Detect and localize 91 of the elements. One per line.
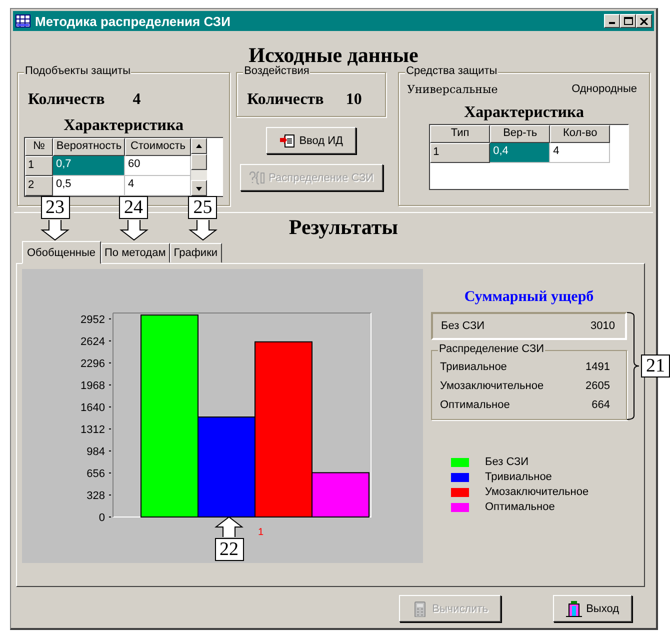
group-label: Подобъекты защиты: [24, 65, 132, 77]
minimize-icon: [609, 22, 615, 24]
tick-mark: [108, 428, 112, 430]
down-arrow-icon: [40, 219, 70, 241]
group-label: Распределение СЗИ: [438, 343, 546, 355]
axis-label: 656: [86, 468, 105, 480]
tick-mark: [108, 472, 112, 474]
row-number: 1: [430, 143, 490, 163]
method-value: 2605: [586, 380, 610, 392]
table-title: Характеристика: [62, 117, 184, 135]
tab[interactable]: Обобщенные: [22, 241, 100, 264]
table-cell[interactable]: 0,4: [490, 143, 550, 163]
count-label: Количеств: [28, 91, 105, 109]
tick-mark: [108, 340, 112, 342]
row-number: 2: [25, 176, 53, 196]
column-header: №: [25, 138, 53, 156]
calculator-icon: [412, 600, 428, 616]
close-button[interactable]: [636, 14, 652, 28]
tick-mark: [108, 406, 112, 408]
summary-title: Суммарный ущерб: [463, 289, 595, 306]
axis-label: 0: [98, 512, 105, 524]
count-label: Количеств: [247, 91, 324, 109]
callout-label: 24: [119, 196, 148, 219]
up-arrow-icon: [214, 516, 244, 538]
section-heading: Исходные данные: [248, 43, 418, 67]
action-button[interactable]: Ввод ИД: [266, 127, 356, 154]
legend-label: Без СЗИ: [485, 456, 529, 468]
count-value: 4: [132, 91, 141, 109]
group-label: Средства защиты: [405, 65, 498, 77]
axis-label: 328: [86, 490, 105, 502]
tick-mark: [108, 494, 112, 496]
option-label: Универсальные: [407, 83, 498, 96]
section-heading: Результаты: [288, 215, 398, 240]
column-header: Вероятность: [53, 138, 125, 156]
callout-label: 21: [641, 354, 670, 378]
table-cell[interactable]: 60: [125, 156, 191, 176]
method-label: Тривиальное: [440, 361, 507, 373]
axis-label: 1640: [80, 402, 105, 414]
grid-icon: [15, 13, 31, 29]
row-number: 1: [25, 156, 53, 176]
window-title: Методика распределения СЗИ: [35, 14, 232, 28]
callout-label: 25: [188, 196, 218, 219]
scrollbar[interactable]: [191, 138, 207, 196]
count-value: 10: [346, 91, 362, 109]
column-header: Стоимость: [125, 138, 191, 156]
axis-label: 1312: [80, 424, 105, 436]
callout-label: 23: [40, 196, 70, 219]
callout-label: 22: [214, 538, 244, 561]
tick-mark: [108, 362, 112, 364]
column-header: Тип: [430, 125, 490, 143]
table-cell[interactable]: 0,7: [53, 156, 125, 176]
option-label: Однородные: [572, 83, 637, 96]
close-icon: [640, 18, 648, 24]
tick-mark: [108, 516, 112, 518]
action-button[interactable]: Выход: [553, 595, 632, 622]
axis-label: 2952: [80, 314, 105, 326]
column-header: Кол-во: [550, 125, 610, 143]
maximize-icon: [624, 17, 632, 25]
tick-mark: [108, 450, 112, 452]
column-header: Вер-ть: [490, 125, 550, 143]
table-cell[interactable]: 4: [125, 176, 191, 196]
table-cell[interactable]: 0,5: [53, 176, 125, 196]
door-icon: [566, 600, 582, 616]
tick-mark: [108, 384, 112, 386]
table-cell[interactable]: 4: [550, 143, 610, 163]
brace-icon: [627, 312, 639, 420]
minimize-button[interactable]: [604, 14, 620, 28]
method-value: 664: [592, 399, 610, 411]
maximize-button[interactable]: [620, 14, 636, 28]
legend-label: Умозаключительное: [485, 486, 589, 498]
axis-label: 2296: [80, 358, 105, 370]
axis-label: 984: [86, 446, 105, 458]
method-label: Оптимальное: [440, 399, 510, 411]
axis-label: 1: [258, 527, 264, 538]
axis-label: 2624: [80, 336, 105, 348]
method-label: Умозаключительное: [440, 380, 544, 392]
down-arrow-icon: [188, 219, 218, 241]
table-title: Характеристика: [463, 104, 585, 122]
total-label: Без СЗИ: [441, 320, 485, 332]
down-arrow-icon: [118, 219, 148, 241]
method-value: 1491: [586, 361, 610, 373]
braces-icon: [248, 170, 265, 186]
tab[interactable]: По методам: [100, 243, 170, 263]
legend-label: Тривиальное: [485, 471, 552, 483]
tab[interactable]: Графики: [170, 243, 222, 263]
legend-label: Оптимальное: [485, 501, 555, 513]
group-label: Воздействия: [243, 65, 310, 77]
document-icon: [279, 132, 296, 148]
tick-mark: [108, 318, 112, 320]
total-value: 3010: [590, 320, 615, 332]
axis-label: 1968: [80, 380, 105, 392]
